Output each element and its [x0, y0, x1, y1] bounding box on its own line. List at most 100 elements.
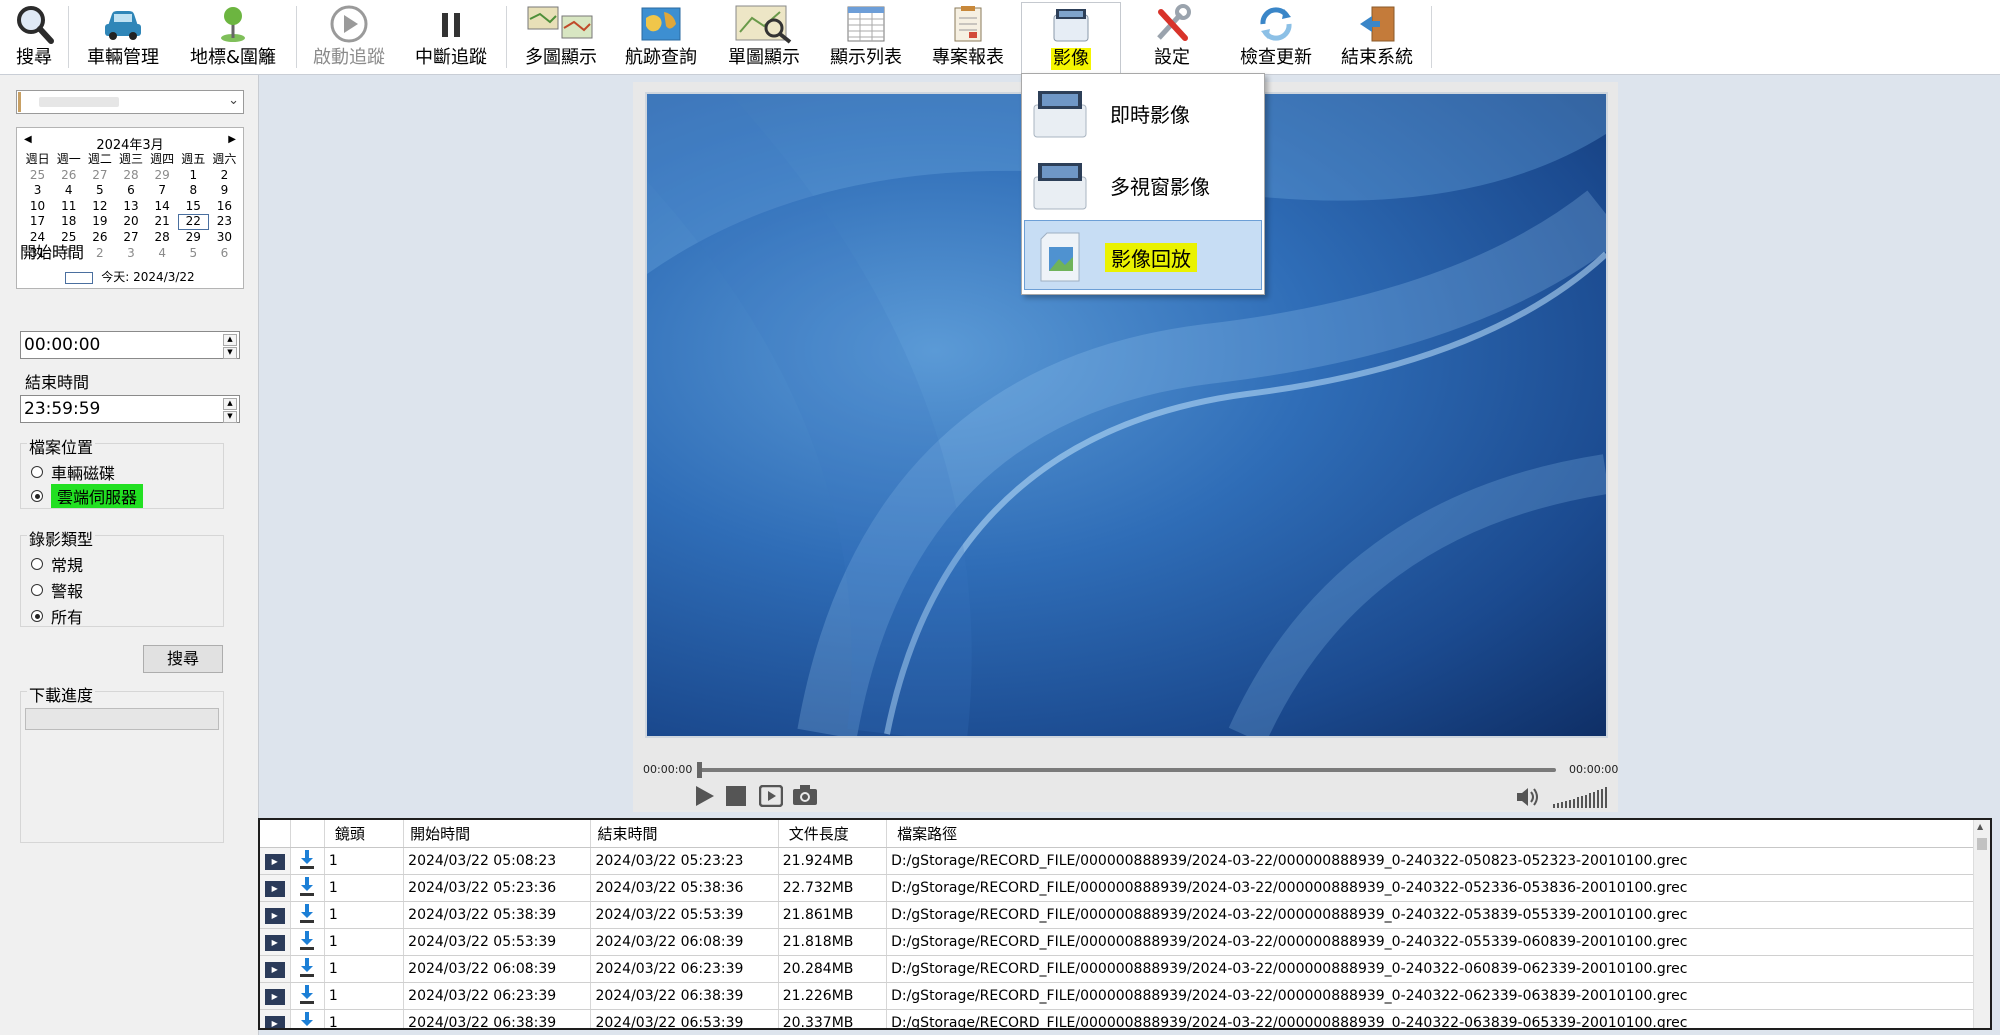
- download-icon[interactable]: [297, 929, 317, 951]
- calendar-day[interactable]: 14: [147, 199, 178, 215]
- start-time-stepper[interactable]: ▲ ▼: [223, 334, 237, 359]
- toolbar-start-track-button[interactable]: 啟動追蹤: [304, 0, 394, 74]
- calendar-day[interactable]: 26: [84, 230, 115, 246]
- spin-up-icon[interactable]: ▲: [223, 398, 237, 410]
- row-expander-cell[interactable]: ▶: [260, 928, 291, 956]
- row-download-cell[interactable]: [290, 928, 325, 956]
- calendar-day[interactable]: 16: [209, 199, 240, 215]
- spin-down-icon[interactable]: ▼: [223, 411, 237, 423]
- play-icon[interactable]: [693, 784, 717, 808]
- calendar-day[interactable]: 7: [147, 183, 178, 199]
- calendar-day[interactable]: 23: [209, 214, 240, 230]
- calendar-day[interactable]: 19: [84, 214, 115, 230]
- column-header-file-size[interactable]: 文件長度: [778, 820, 888, 848]
- calendar-day[interactable]: 4: [147, 246, 178, 262]
- stop-icon[interactable]: [726, 786, 746, 806]
- calendar-day[interactable]: 9: [209, 183, 240, 199]
- calendar-day[interactable]: 15: [178, 199, 209, 215]
- calendar-day[interactable]: 5: [178, 246, 209, 262]
- toolbar-search-button[interactable]: 搜尋: [6, 0, 62, 74]
- calendar-day[interactable]: 3: [22, 183, 53, 199]
- expand-arrow-icon[interactable]: ▶: [264, 1016, 285, 1028]
- end-time-input[interactable]: 23:59:59 ▲ ▼: [20, 395, 240, 423]
- column-header-file-path[interactable]: 檔案路徑: [886, 820, 1990, 848]
- download-icon[interactable]: [297, 902, 317, 924]
- end-time-stepper[interactable]: ▲ ▼: [223, 398, 237, 423]
- expand-arrow-icon[interactable]: ▶: [264, 881, 285, 897]
- toolbar-landmark-button[interactable]: 地標&圍籬: [178, 0, 288, 74]
- row-download-cell[interactable]: [290, 901, 325, 929]
- expand-arrow-icon[interactable]: ▶: [264, 962, 285, 978]
- row-download-cell[interactable]: [290, 982, 325, 1010]
- row-expander-cell[interactable]: ▶: [260, 1009, 291, 1028]
- calendar-day[interactable]: 2: [84, 246, 115, 262]
- menu-item-multi-window-video[interactable]: 多視窗影像: [1024, 149, 1262, 219]
- row-expander-cell[interactable]: ▶: [260, 901, 291, 929]
- column-header-start-time[interactable]: 開始時間: [403, 820, 592, 848]
- calendar-day[interactable]: 13: [115, 199, 146, 215]
- calendar-day[interactable]: 25: [22, 168, 53, 184]
- calendar-next-icon[interactable]: ▶: [228, 134, 236, 145]
- toolbar-single-map-button[interactable]: 單圖顯示: [716, 0, 812, 74]
- start-time-input[interactable]: 00:00:00 ▲ ▼: [20, 331, 240, 359]
- expand-arrow-icon[interactable]: ▶: [264, 935, 285, 951]
- scroll-thumb[interactable]: [1977, 838, 1987, 850]
- toolbar-video-button[interactable]: 影像: [1021, 2, 1121, 75]
- toolbar-exit-button[interactable]: 結束系統: [1332, 0, 1422, 74]
- seek-bar[interactable]: [697, 762, 1556, 778]
- record-type-normal-radio[interactable]: 常規: [31, 552, 83, 576]
- record-type-all-radio[interactable]: 所有: [31, 604, 83, 628]
- toolbar-settings-button[interactable]: 設定: [1130, 0, 1214, 74]
- row-download-cell[interactable]: [290, 874, 325, 902]
- row-expander-cell[interactable]: ▶: [260, 874, 291, 902]
- download-icon[interactable]: [297, 848, 317, 870]
- toolbar-list-button[interactable]: 顯示列表: [820, 0, 912, 74]
- calendar-day[interactable]: 3: [115, 246, 146, 262]
- toolbar-update-button[interactable]: 檢查更新: [1226, 0, 1326, 74]
- calendar-day[interactable]: 29: [178, 230, 209, 246]
- download-icon[interactable]: [297, 956, 317, 978]
- seek-handle[interactable]: [697, 762, 702, 778]
- row-download-cell[interactable]: [290, 1009, 325, 1028]
- calendar-day[interactable]: 21: [147, 214, 178, 230]
- toolbar-track-query-button[interactable]: 航跡查詢: [616, 0, 706, 74]
- row-download-cell[interactable]: [290, 847, 325, 875]
- download-icon[interactable]: [297, 875, 317, 897]
- row-expander-cell[interactable]: ▶: [260, 847, 291, 875]
- file-location-vehicle-radio[interactable]: 車輛磁碟: [31, 460, 115, 484]
- spin-up-icon[interactable]: ▲: [223, 334, 237, 346]
- calendar-today[interactable]: 今天: 2024/3/22: [17, 268, 243, 285]
- spin-down-icon[interactable]: ▼: [223, 347, 237, 359]
- toolbar-vehicle-button[interactable]: 車輛管理: [78, 0, 168, 74]
- calendar-day[interactable]: 6: [115, 183, 146, 199]
- menu-item-live-video[interactable]: 即時影像: [1024, 77, 1262, 147]
- calendar-day[interactable]: 17: [22, 214, 53, 230]
- table-row[interactable]: ▶ 1 2024/03/22 06:08:39 2024/03/22 06:23:39…: [260, 955, 1990, 983]
- calendar-day[interactable]: 4: [53, 183, 84, 199]
- calendar-day[interactable]: 27: [84, 168, 115, 184]
- toolbar-report-button[interactable]: 專案報表: [920, 0, 1016, 74]
- volume-icon[interactable]: [1515, 786, 1541, 808]
- file-location-cloud-radio[interactable]: 雲端伺服器: [31, 484, 144, 508]
- scroll-up-icon[interactable]: ▲: [1977, 822, 1983, 831]
- calendar-day[interactable]: 12: [84, 199, 115, 215]
- calendar-day[interactable]: 2: [209, 168, 240, 184]
- calendar-day[interactable]: 27: [115, 230, 146, 246]
- calendar-day[interactable]: 20: [115, 214, 146, 230]
- row-expander-cell[interactable]: ▶: [260, 982, 291, 1010]
- menu-item-video-playback[interactable]: 影像回放: [1024, 220, 1262, 290]
- calendar-day[interactable]: 10: [22, 199, 53, 215]
- row-download-cell[interactable]: [290, 955, 325, 983]
- calendar-day[interactable]: 26: [53, 168, 84, 184]
- calendar-day[interactable]: 29: [147, 168, 178, 184]
- calendar-day[interactable]: 1: [178, 168, 209, 184]
- calendar-day[interactable]: 22: [177, 214, 209, 230]
- table-row[interactable]: ▶ 1 2024/03/22 06:38:39 2024/03/22 06:53:39…: [260, 1009, 1990, 1028]
- table-scrollbar[interactable]: ▲: [1973, 820, 1990, 1028]
- calendar-day[interactable]: 28: [115, 168, 146, 184]
- date-calendar[interactable]: ◀ 2024年3月 ▶ 週日 週一 週二 週三 週四 週五 週六 25 26 27 2…: [16, 127, 244, 289]
- chevron-down-icon[interactable]: ⌄: [228, 93, 239, 108]
- calendar-day[interactable]: 6: [209, 246, 240, 262]
- download-icon[interactable]: [297, 983, 317, 1005]
- vehicle-select[interactable]: ⌄: [16, 90, 244, 114]
